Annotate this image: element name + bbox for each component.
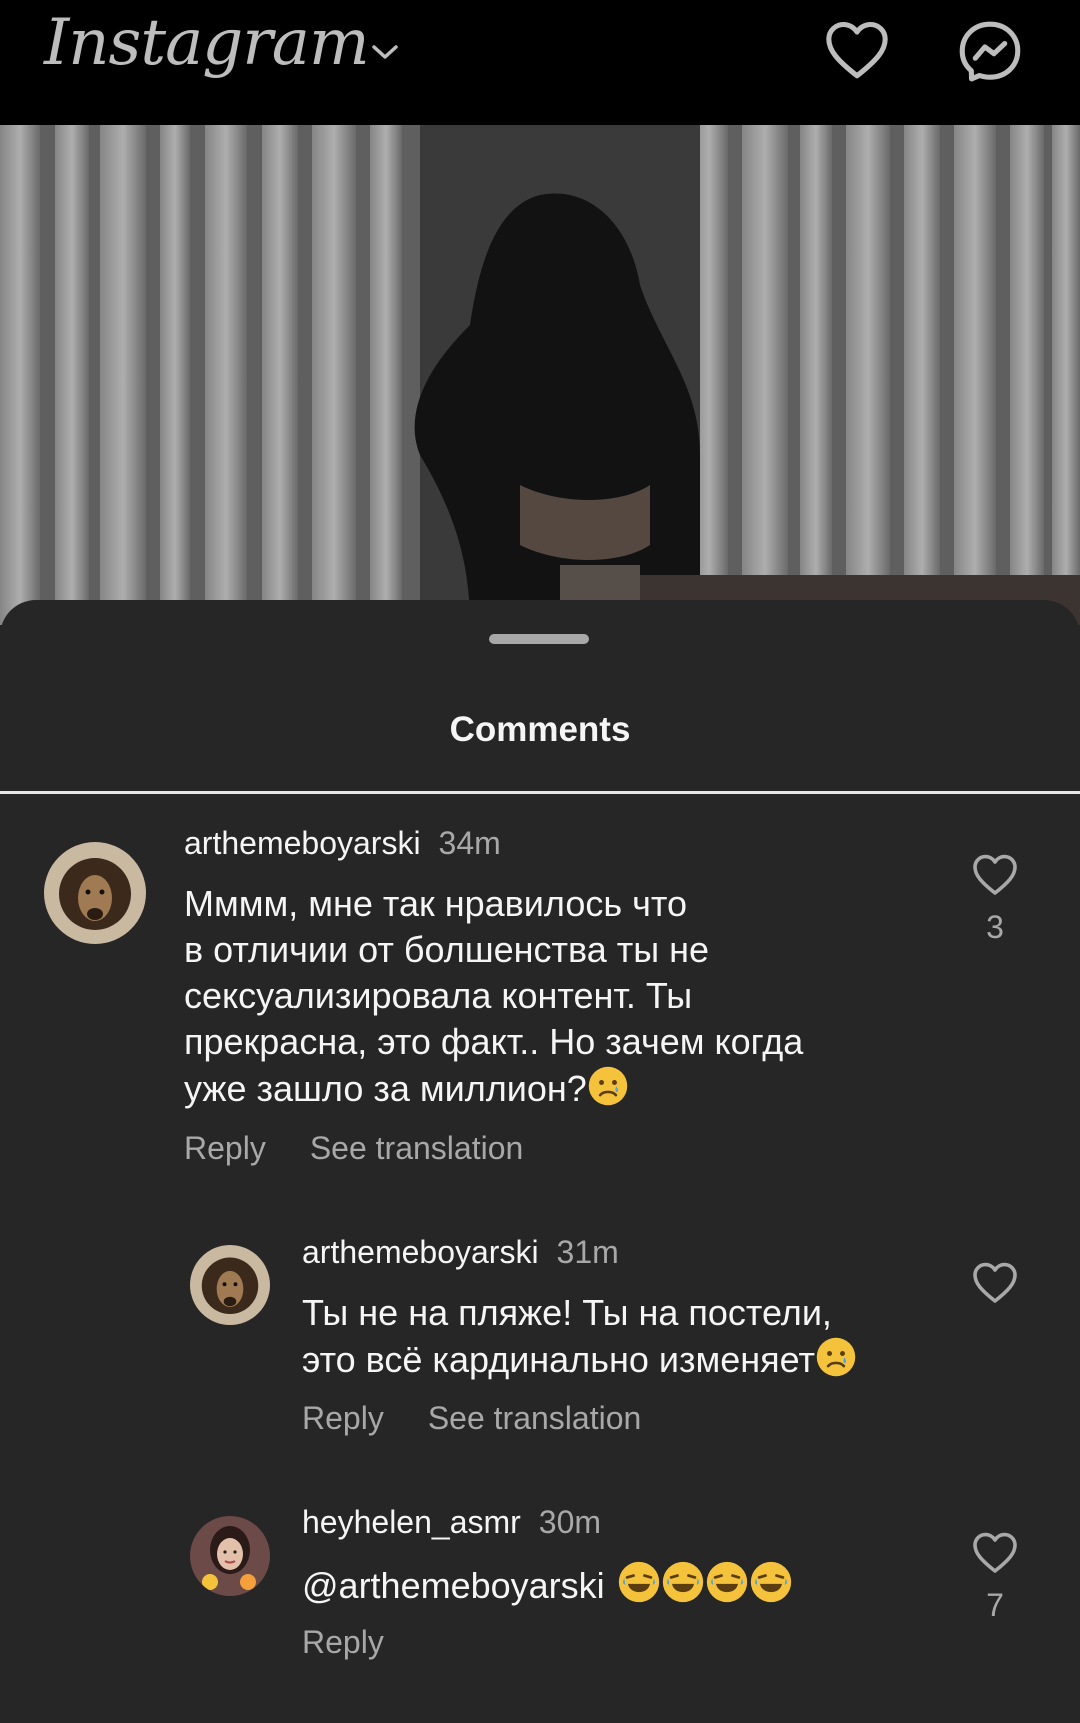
comments-sheet [0, 600, 1080, 1723]
see-translation-button[interactable]: See translation [428, 1400, 641, 1436]
mention-link[interactable]: @arthemeboyarski [302, 1565, 605, 1606]
comment-line: прекрасна, это факт.. Но зачем когда [184, 1021, 804, 1062]
comment-line: уже зашло за миллион? [184, 1068, 587, 1109]
comment-text: @arthemeboyarski [302, 1560, 793, 1609]
reply-button[interactable]: Reply [184, 1130, 266, 1166]
drag-handle[interactable] [489, 634, 589, 644]
lion-avatar-image [44, 842, 146, 944]
heart-icon[interactable] [971, 852, 1019, 896]
like-group: 3 [970, 852, 1020, 946]
heart-icon[interactable] [971, 1530, 1019, 1574]
chevron-down-icon[interactable] [370, 42, 400, 62]
comment-username[interactable]: heyhelen_asmr 30m [302, 1504, 601, 1541]
comment-username[interactable]: arthemeboyarski 34m [184, 825, 501, 862]
comment-actions: Reply See translation [184, 1130, 523, 1167]
like-group: 7 [970, 1530, 1020, 1624]
sheet-title: Comments [449, 710, 631, 749]
laughing-face-emoji [662, 1561, 703, 1603]
comment-time: 30m [538, 1504, 602, 1540]
see-translation-button[interactable]: See translation [310, 1130, 523, 1166]
sad-face-emoji [816, 1337, 856, 1377]
comment-line: в отличии от болшенства ты не [184, 929, 710, 970]
like-count[interactable]: 3 [970, 909, 1020, 946]
heart-icon[interactable] [822, 18, 892, 80]
comment-line: это всё кардинально изменяет [302, 1339, 815, 1380]
comment-username[interactable]: arthemeboyarski 31m [302, 1234, 619, 1271]
comment-text: Ты не на пляже! Ты на постели, это всё к… [302, 1290, 857, 1383]
comment-actions: Reply See translation [302, 1400, 641, 1437]
lion-avatar-image [190, 1245, 270, 1325]
top-bar: Instagram [0, 0, 1080, 125]
instagram-logo[interactable]: Instagram [44, 6, 370, 80]
username-text[interactable]: arthemeboyarski [302, 1234, 539, 1270]
avatar[interactable] [44, 842, 146, 944]
avatar[interactable] [190, 1516, 270, 1596]
header-divider [0, 791, 1080, 794]
comment-line: сексуализировала контент. Ты [184, 975, 693, 1016]
reply-button[interactable]: Reply [302, 1400, 384, 1436]
laughing-face-emoji [618, 1561, 659, 1603]
comment-text: Мммм, мне так нравилось что в отличии от… [184, 881, 803, 1112]
laughing-face-emoji [750, 1561, 791, 1603]
heart-icon[interactable] [971, 1260, 1019, 1304]
messenger-icon[interactable] [956, 18, 1024, 86]
avatar[interactable] [190, 1245, 270, 1325]
username-text[interactable]: arthemeboyarski [184, 825, 421, 861]
curtain-image [0, 125, 1080, 625]
post-photo[interactable] [0, 125, 1080, 625]
username-text[interactable]: heyhelen_asmr [302, 1504, 521, 1540]
sad-face-emoji [588, 1066, 628, 1106]
comment-time: 34m [438, 825, 501, 861]
comment-actions: Reply [302, 1624, 384, 1661]
comment-line: Ты не на пляже! Ты на постели, [302, 1292, 832, 1333]
like-group [970, 1260, 1020, 1309]
laughing-face-emoji [706, 1561, 747, 1603]
like-count[interactable]: 7 [970, 1587, 1020, 1624]
woman-avatar-image [190, 1516, 270, 1596]
comment-time: 31m [556, 1234, 619, 1270]
comment-line: Мммм, мне так нравилось что [184, 883, 687, 924]
reply-button[interactable]: Reply [302, 1624, 384, 1660]
